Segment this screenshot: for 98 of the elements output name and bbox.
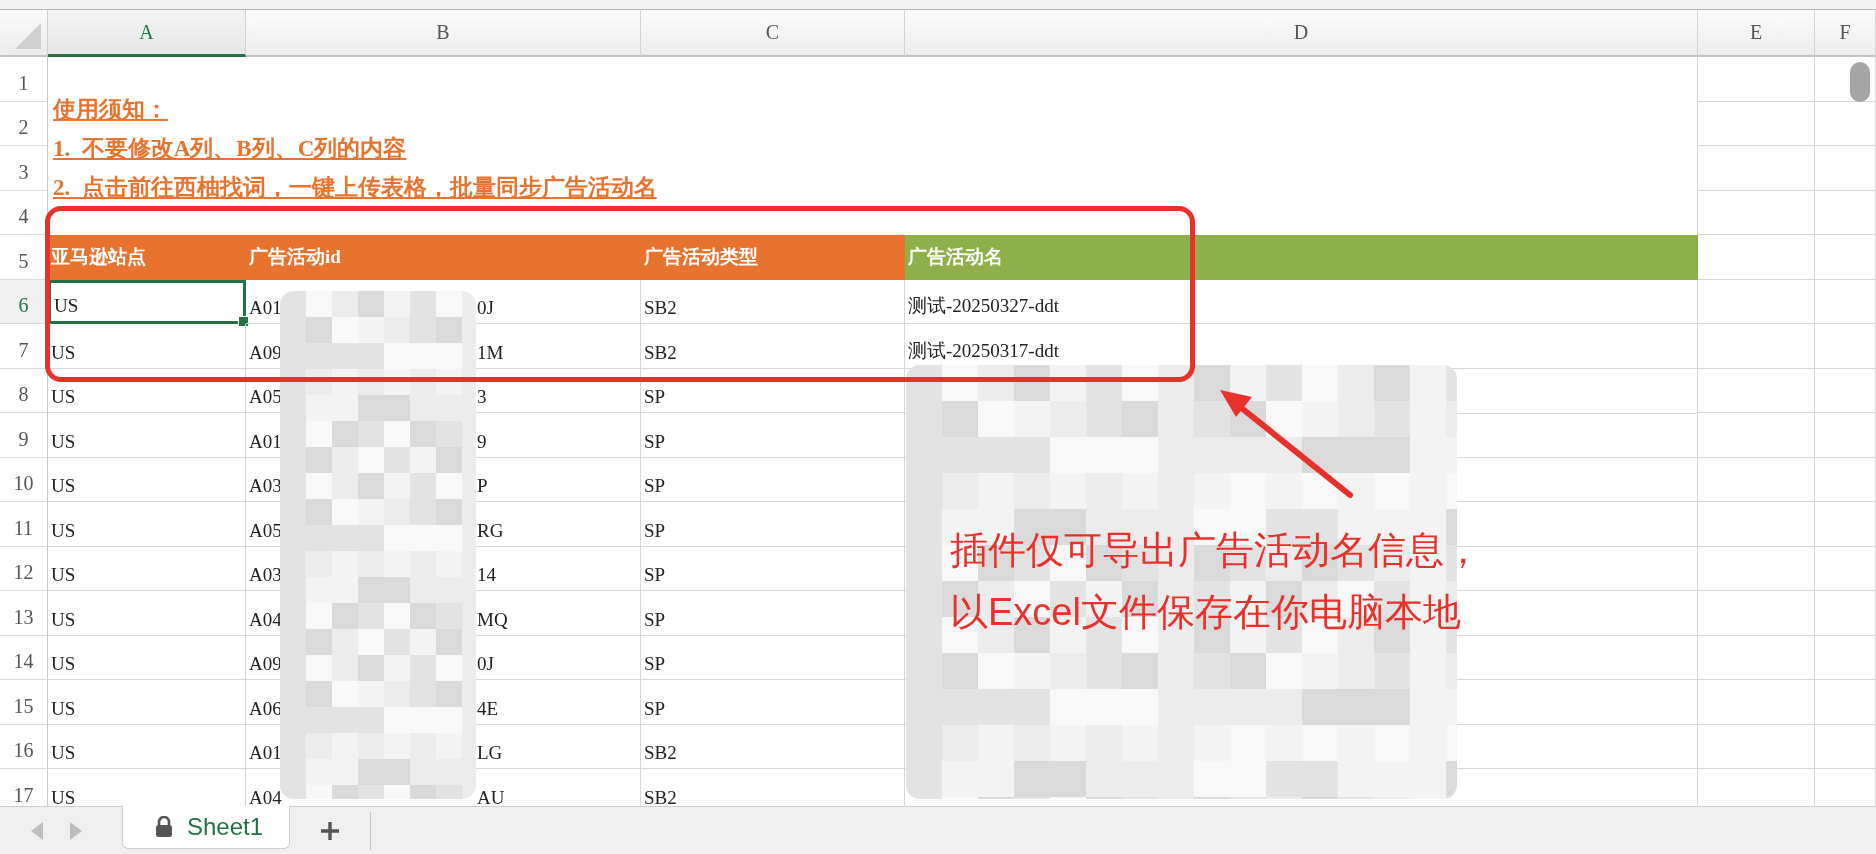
- empty-cell: [1815, 546, 1876, 591]
- next-sheet-icon[interactable]: [69, 820, 83, 841]
- table-cell: MQ: [477, 608, 508, 631]
- table-cell: RG: [477, 519, 504, 542]
- empty-cell: [1815, 146, 1876, 191]
- annotation-text: 以Excel文件保存在你电脑本地: [950, 590, 1461, 634]
- table-cell: US: [48, 680, 246, 725]
- table-cell: SP: [641, 635, 905, 680]
- table-cell: SP: [641, 680, 905, 725]
- sheet-tab[interactable]: Sheet1: [122, 806, 291, 849]
- column-header[interactable]: B: [246, 10, 641, 57]
- row-header[interactable]: 3: [0, 146, 48, 191]
- table-cell: 3: [477, 386, 487, 408]
- table-cell: 14: [477, 564, 496, 586]
- table-cell-text: A09: [249, 653, 283, 675]
- empty-cell: [1815, 591, 1876, 636]
- note-title: 使用须知：: [53, 96, 168, 124]
- empty-cell: [1815, 680, 1876, 725]
- table-cell: 测试-20250327-ddt: [905, 279, 1698, 324]
- empty-cell: [1815, 101, 1876, 146]
- table-cell-text: A06: [249, 697, 283, 720]
- table-cell: 0J: [477, 653, 494, 675]
- table-cell: SB2: [641, 324, 905, 369]
- note-line: 2. 点击前往西柚找词，一键上传表格，批量同步广告活动名: [53, 174, 657, 202]
- table-cell: 1M: [477, 341, 504, 364]
- row-header[interactable]: 1: [0, 57, 48, 102]
- header-cell: 亚马逊站点: [48, 235, 246, 280]
- empty-cell: [1815, 190, 1876, 235]
- table-cell: SP: [641, 413, 905, 458]
- row-header[interactable]: 6: [0, 279, 48, 324]
- table-cell: 4E: [477, 697, 499, 720]
- table-cell-text: A05: [249, 386, 283, 408]
- row-header[interactable]: 13: [0, 591, 48, 636]
- empty-cell: [1815, 502, 1876, 547]
- table-cell: LG: [477, 742, 503, 764]
- table-cell: SP: [641, 591, 905, 636]
- row-header[interactable]: 4: [0, 190, 48, 235]
- table-cell-text: A03: [249, 564, 283, 586]
- table-cell-text: A04: [249, 608, 283, 631]
- table-cell: SP: [641, 368, 905, 413]
- table-cell: US: [48, 279, 246, 324]
- table-cell: SB2: [641, 279, 905, 324]
- sheet-tab-label: Sheet1: [187, 813, 264, 841]
- row-header[interactable]: 16: [0, 724, 48, 769]
- column-header[interactable]: C: [641, 10, 905, 57]
- empty-cell: [1815, 635, 1876, 680]
- empty-cell: [1815, 279, 1876, 324]
- empty-cell: [1815, 724, 1876, 769]
- table-cell: SB2: [641, 724, 905, 769]
- add-sheet-icon[interactable]: [320, 820, 341, 841]
- table-cell-text: A04: [249, 786, 283, 806]
- row-header[interactable]: 14: [0, 635, 48, 680]
- table-cell-text: A01: [249, 742, 283, 764]
- empty-cell: [1815, 368, 1876, 413]
- previous-sheet-icon[interactable]: [30, 820, 44, 841]
- header-cell: 广告活动名: [905, 235, 1698, 280]
- fill-handle[interactable]: [238, 316, 249, 327]
- table-cell: US: [48, 635, 246, 680]
- table-cell-text: A05: [249, 519, 283, 542]
- empty-cell: [1815, 235, 1876, 280]
- table-cell: SP: [641, 546, 905, 591]
- table-cell-text: A01: [249, 430, 283, 453]
- row-header[interactable]: 2: [0, 101, 48, 146]
- row-header[interactable]: 9: [0, 413, 48, 458]
- table-cell: US: [48, 724, 246, 769]
- table-cell: US: [48, 502, 246, 547]
- table-cell: SP: [641, 502, 905, 547]
- row-header[interactable]: 10: [0, 457, 48, 502]
- column-header[interactable]: E: [1698, 10, 1815, 57]
- note-line: 1. 不要修改A列、B列、C列的内容: [53, 135, 407, 163]
- header-cell: 广告活动id: [246, 235, 641, 280]
- table-cell: US: [48, 591, 246, 636]
- table-cell: US: [48, 457, 246, 502]
- table-cell-text: A09: [249, 341, 283, 364]
- annotation-text: 插件仅可导出广告活动名信息，: [950, 528, 1482, 572]
- row-header[interactable]: 12: [0, 546, 48, 591]
- table-cell-text: A01: [249, 297, 283, 319]
- table-cell: 9: [477, 430, 487, 453]
- column-header[interactable]: D: [905, 10, 1698, 57]
- row-header[interactable]: 11: [0, 502, 48, 547]
- table-cell-text: A03: [249, 475, 283, 497]
- select-all-icon[interactable]: [13, 21, 43, 51]
- table-cell: US: [48, 546, 246, 591]
- table-cell: SP: [641, 457, 905, 502]
- table-cell: US: [48, 368, 246, 413]
- empty-cell: [1815, 324, 1876, 369]
- empty-cell: [1815, 413, 1876, 458]
- column-header[interactable]: A: [48, 10, 246, 57]
- table-cell: P: [477, 475, 488, 497]
- scrollbar-thumb[interactable]: [1850, 62, 1870, 102]
- table-cell: AU: [477, 786, 505, 806]
- table-cell: US: [48, 324, 246, 369]
- row-header[interactable]: 15: [0, 680, 48, 725]
- header-cell: 广告活动类型: [641, 235, 905, 280]
- table-cell: 0J: [477, 297, 494, 319]
- empty-cell: [1815, 457, 1876, 502]
- table-cell: US: [48, 413, 246, 458]
- column-header[interactable]: F: [1815, 10, 1876, 57]
